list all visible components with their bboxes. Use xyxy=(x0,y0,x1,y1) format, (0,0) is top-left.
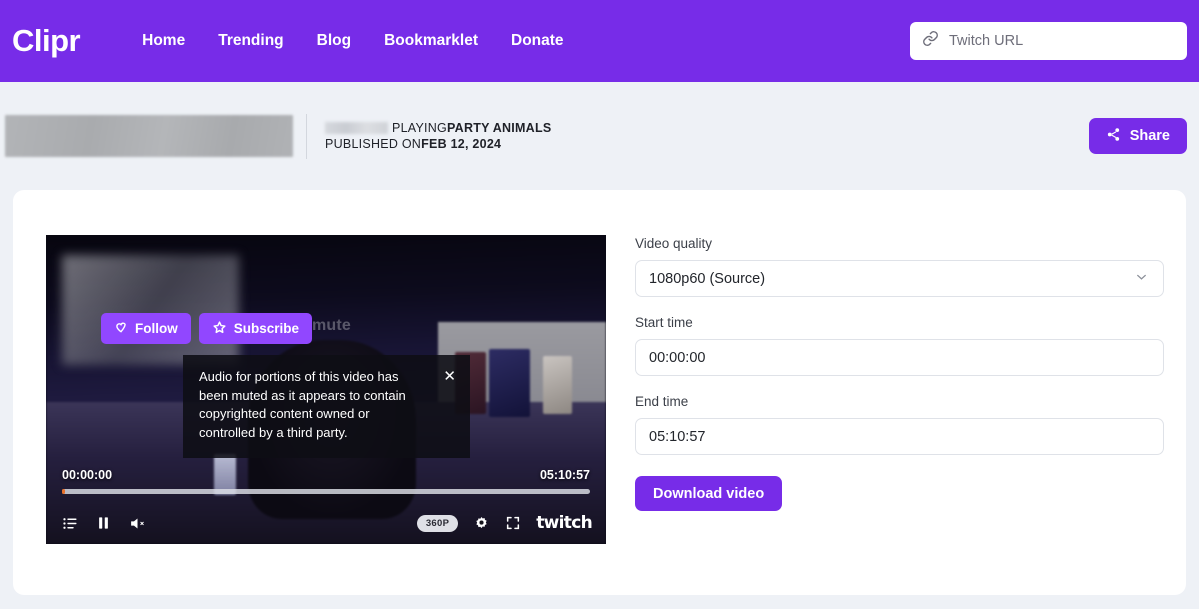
pause-icon[interactable] xyxy=(96,515,111,531)
star-icon xyxy=(212,320,227,338)
playing-prefix: PLAYING xyxy=(392,121,448,135)
chevron-down-icon xyxy=(1134,269,1149,288)
site-header: Clipr Home Trending Blog Bookmarklet Don… xyxy=(0,0,1199,82)
player-time-row: 00:00:00 05:10:57 xyxy=(46,468,606,482)
nav-item-home[interactable]: Home xyxy=(142,32,185,50)
subscribe-button[interactable]: Subscribe xyxy=(198,313,313,344)
main-nav: Home Trending Blog Bookmarklet Donate xyxy=(142,32,563,50)
quality-badge[interactable]: 360P xyxy=(416,514,459,532)
start-time-label: Start time xyxy=(635,315,693,330)
fullscreen-icon[interactable] xyxy=(505,515,521,531)
channel-actions: Follow Subscribe xyxy=(101,313,313,344)
muted-audio-notice-text: Audio for portions of this video has bee… xyxy=(199,369,406,441)
twitch-logo[interactable]: twitch xyxy=(536,513,592,533)
nav-item-blog[interactable]: Blog xyxy=(317,32,351,50)
video-thumbnail xyxy=(5,115,293,157)
follow-button-label: Follow xyxy=(135,321,178,336)
share-button-label: Share xyxy=(1129,128,1170,144)
published-date: FEB 12, 2024 xyxy=(421,137,502,151)
player-controls-right: 360P twitch xyxy=(416,513,593,533)
url-search-wrap xyxy=(910,22,1187,60)
main-card: Click to unmute Follow Subscribe xyxy=(13,190,1186,595)
seek-bar[interactable] xyxy=(62,489,590,494)
video-meta-bar: PLAYING PARTY ANIMALS PUBLISHED ON FEB 1… xyxy=(0,82,1199,190)
playing-line: PLAYING PARTY ANIMALS xyxy=(325,120,551,136)
nav-item-donate[interactable]: Donate xyxy=(511,32,564,50)
download-form: Video quality 1080p60 (Source) Start tim… xyxy=(635,235,1165,595)
url-search-box[interactable] xyxy=(910,22,1187,60)
duration: 05:10:57 xyxy=(539,468,590,482)
heart-icon xyxy=(114,320,128,337)
current-time: 00:00:00 xyxy=(62,468,113,482)
end-time-label: End time xyxy=(635,394,689,409)
player-controls: 360P twitch xyxy=(46,502,606,544)
share-nodes-icon xyxy=(1106,127,1121,146)
published-line: PUBLISHED ON FEB 12, 2024 xyxy=(325,136,551,152)
share-button[interactable]: Share xyxy=(1088,118,1187,154)
quality-select-value: 1080p60 (Source) xyxy=(649,270,766,287)
muted-audio-notice: Audio for portions of this video has bee… xyxy=(183,355,470,458)
quality-label: Video quality xyxy=(635,236,713,251)
stream-overlay-redacted xyxy=(62,255,239,365)
playlist-icon[interactable] xyxy=(62,515,79,532)
volume-muted-icon[interactable] xyxy=(128,515,147,532)
url-search-input[interactable] xyxy=(949,33,1175,49)
subscribe-button-label: Subscribe xyxy=(233,321,300,336)
seek-progress xyxy=(62,489,65,494)
channel-name-redacted xyxy=(325,122,388,134)
nav-item-bookmarklet[interactable]: Bookmarklet xyxy=(384,32,478,50)
download-video-button[interactable]: Download video xyxy=(635,476,783,511)
video-player[interactable]: Click to unmute Follow Subscribe xyxy=(46,235,606,544)
close-icon[interactable]: ✕ xyxy=(443,368,456,443)
link-icon xyxy=(922,30,939,52)
start-time-input[interactable]: 00:00:00 xyxy=(635,339,1164,376)
end-time-input[interactable]: 05:10:57 xyxy=(635,418,1164,455)
follow-button[interactable]: Follow xyxy=(101,313,191,344)
nav-item-trending[interactable]: Trending xyxy=(218,32,283,50)
game-title: PARTY ANIMALS xyxy=(447,121,552,135)
meta-divider xyxy=(306,113,307,159)
published-prefix: PUBLISHED ON xyxy=(325,137,422,151)
end-time-value: 05:10:57 xyxy=(649,428,706,445)
gear-icon[interactable] xyxy=(473,515,490,532)
start-time-value: 00:00:00 xyxy=(649,349,706,366)
logo[interactable]: Clipr xyxy=(12,23,81,59)
video-meta-text: PLAYING PARTY ANIMALS PUBLISHED ON FEB 1… xyxy=(325,120,551,152)
quality-select[interactable]: 1080p60 (Source) xyxy=(635,260,1164,297)
